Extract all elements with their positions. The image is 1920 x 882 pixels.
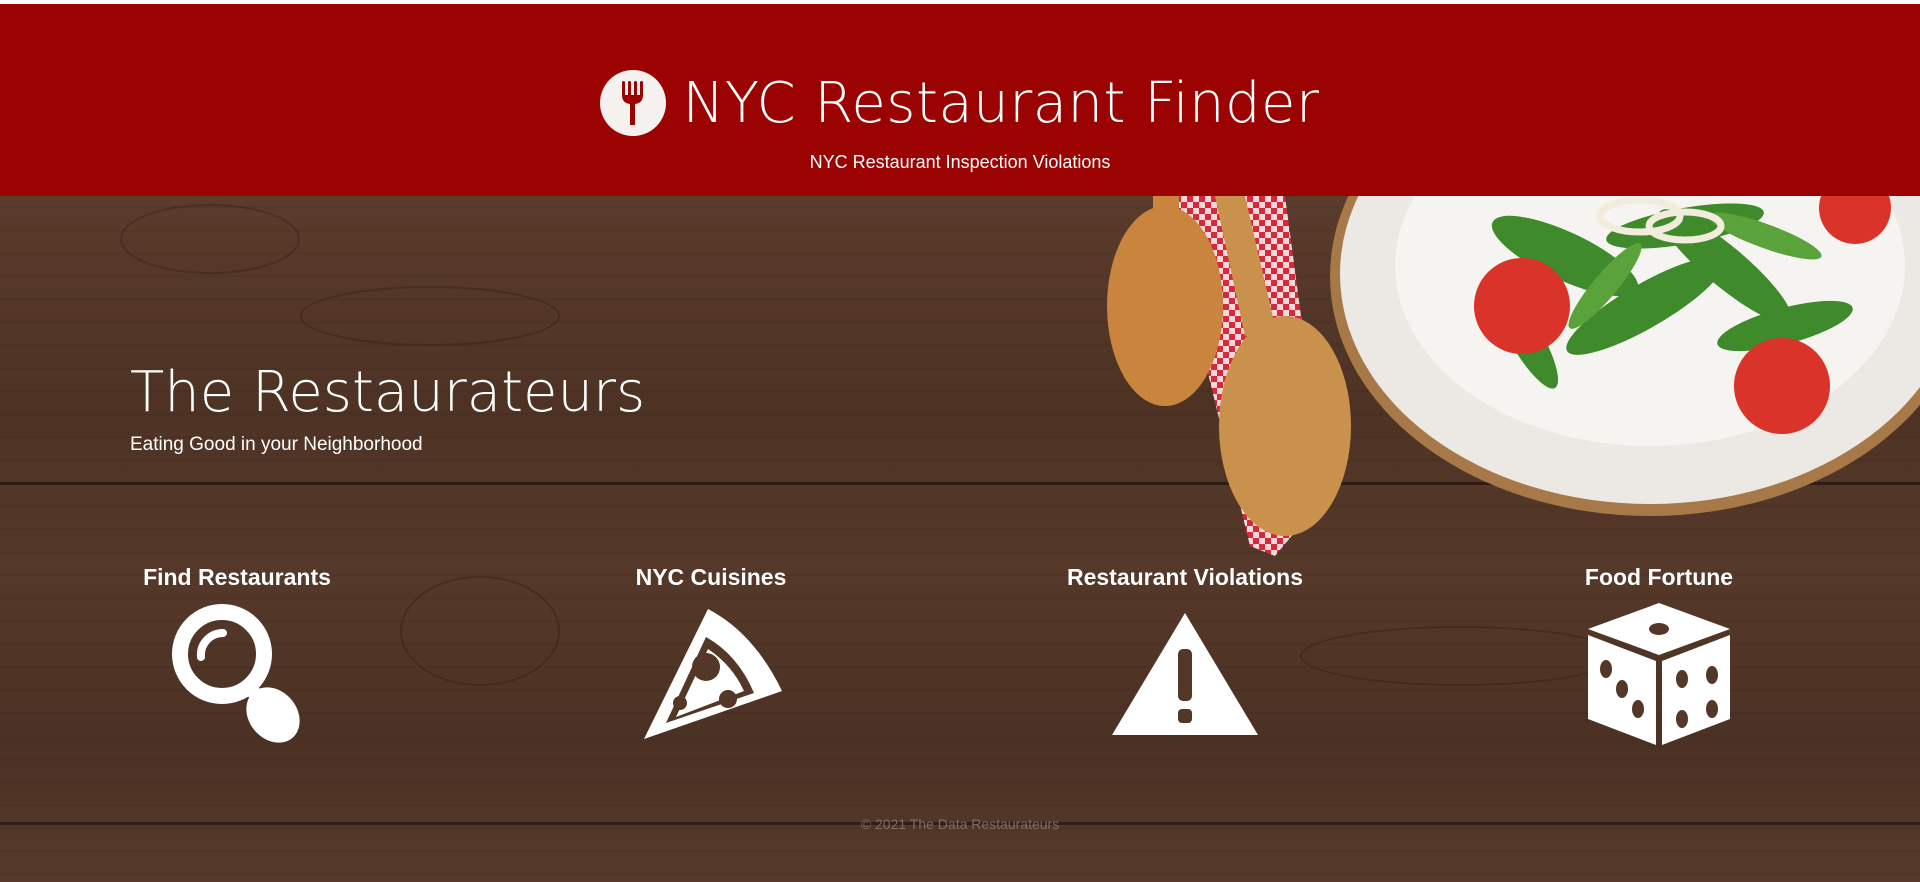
magnifying-glass-icon [167,599,307,754]
site-subtitle: NYC Restaurant Inspection Violations [809,152,1111,172]
warning-triangle-icon [1110,599,1260,754]
hero-section: The Restaurateurs Eating Good in your Ne… [0,196,1920,882]
wood-grain [120,204,300,274]
brand[interactable]: NYC Restaurant Finder [0,70,1920,136]
restaurant-violations-link[interactable]: Restaurant Violations [1035,564,1335,754]
hero-title: The Restaurateurs [130,360,646,425]
salad-plate-image [1107,196,1920,556]
find-restaurants-link[interactable]: Find Restaurants [87,564,387,754]
wood-grain [300,286,560,346]
fork-icon [600,70,667,136]
site-header: NYC Restaurant Finder NYC Restaurant Ins… [0,4,1920,196]
feature-label: Find Restaurants [143,564,331,590]
site-title: NYC Restaurant Finder [682,70,1320,136]
nyc-cuisines-link[interactable]: NYC Cuisines [561,564,861,754]
feature-label: NYC Cuisines [635,564,787,590]
pizza-slice-icon [636,599,786,754]
feature-label: Food Fortune [1584,564,1734,590]
dice-icon [1584,599,1734,754]
food-fortune-link[interactable]: Food Fortune [1509,564,1809,754]
hero-subtitle: Eating Good in your Neighborhood [130,434,423,455]
wood-grain [400,576,560,686]
feature-label: Restaurant Violations [1066,564,1304,590]
footer-copyright: © 2021 The Data Restaurateurs [860,816,1060,832]
